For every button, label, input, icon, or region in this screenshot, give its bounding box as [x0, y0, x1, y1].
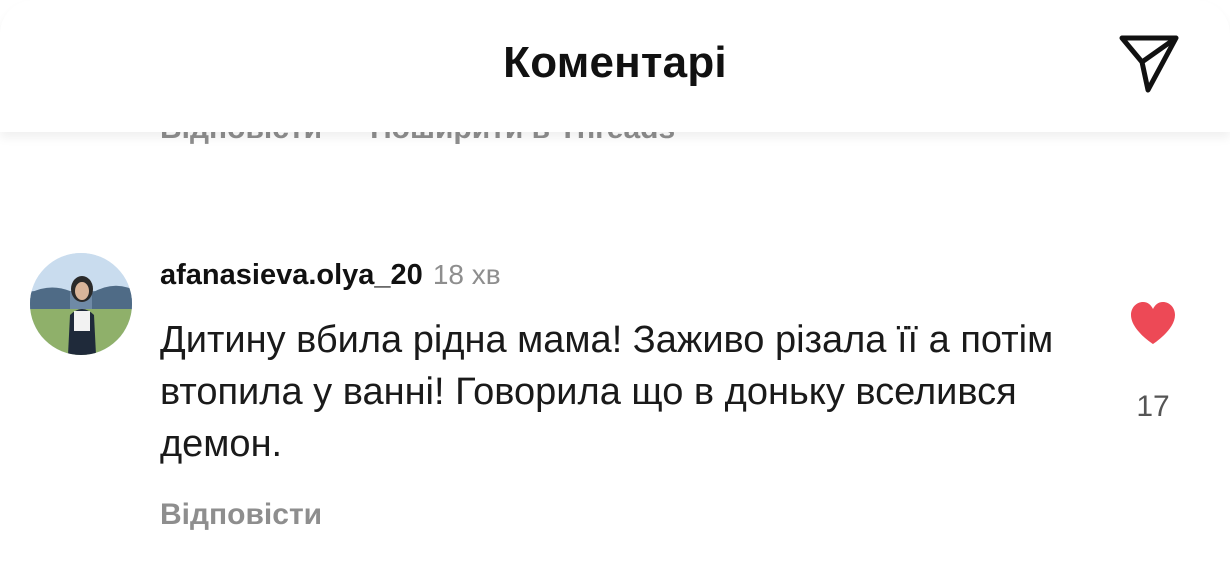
reply-button[interactable]: Відповісти — [160, 498, 322, 532]
avatar-photo — [30, 253, 132, 355]
comment: afanasieva.olya_20 18 хв Дитину вбила рід… — [160, 258, 1080, 470]
like-control: 17 — [1120, 300, 1186, 424]
page-title: Коментарі — [503, 38, 727, 87]
heart-icon[interactable] — [1128, 300, 1178, 346]
comment-time: 18 хв — [432, 259, 501, 290]
paper-plane-icon[interactable] — [1114, 28, 1184, 98]
comments-header: Коментарі — [0, 0, 1230, 132]
avatar[interactable] — [30, 253, 132, 355]
like-count: 17 — [1136, 390, 1170, 423]
comment-username[interactable]: afanasieva.olya_20 — [160, 259, 423, 291]
comment-meta: afanasieva.olya_20 18 хв — [160, 258, 1080, 292]
comment-text: Дитину вбила рідна мама! Заживо різала ї… — [160, 319, 1054, 465]
